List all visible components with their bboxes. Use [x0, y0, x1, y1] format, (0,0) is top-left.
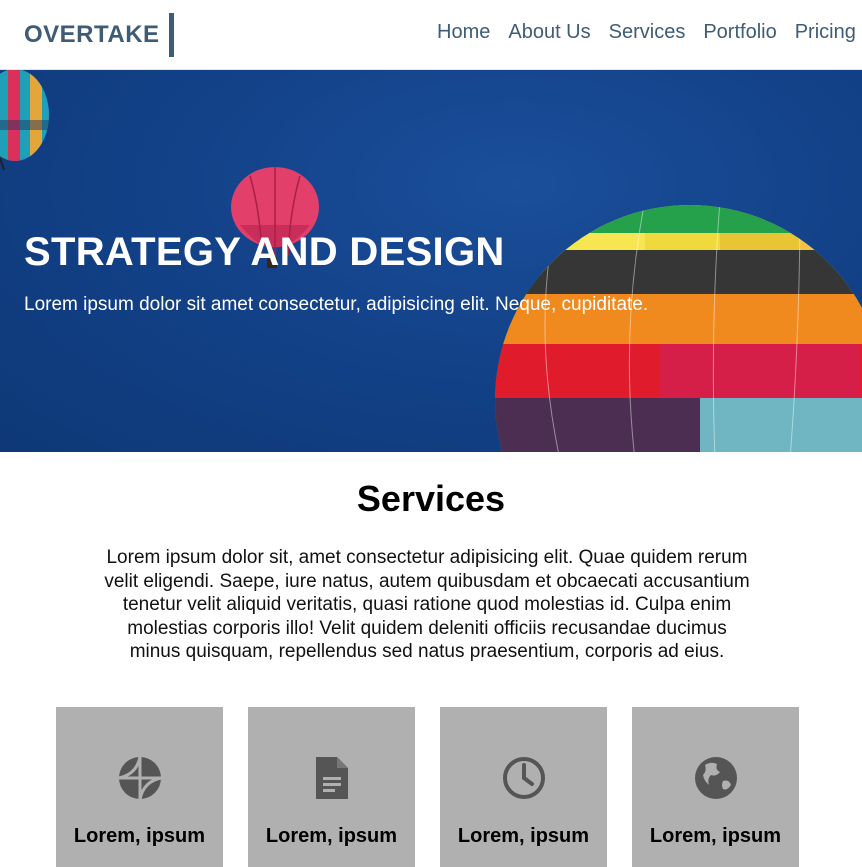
service-card-2[interactable]: Lorem, ipsum	[248, 707, 415, 867]
basketball-icon	[118, 756, 162, 800]
services-title: Services	[356, 478, 506, 519]
card-title: Lorem, ipsum	[457, 825, 590, 847]
card-title: Lorem, ipsum	[73, 825, 206, 847]
hero-banner: STRATEGY AND DESIGN Lorem ipsum dolor si…	[0, 70, 862, 452]
nav-link-pricing[interactable]: Pricing	[795, 20, 856, 44]
nav-link-home[interactable]: Home	[437, 20, 490, 44]
nav-link-about-us[interactable]: About Us	[508, 20, 590, 44]
logo[interactable]: OVERTAKE	[24, 13, 174, 57]
service-card-3[interactable]: Lorem, ipsum	[440, 707, 607, 867]
clock-icon	[503, 757, 545, 799]
card-title: Lorem, ipsum	[649, 825, 782, 847]
logo-divider	[168, 13, 174, 57]
services-description: Lorem ipsum dolor sit, amet consectetur …	[104, 547, 750, 663]
logo-text: OVERTAKE	[24, 21, 160, 48]
hero-title: STRATEGY AND DESIGN	[24, 230, 505, 274]
nav-link-portfolio[interactable]: Portfolio	[703, 20, 776, 44]
document-icon	[316, 757, 348, 799]
nav-link-services[interactable]: Services	[609, 20, 686, 44]
globe-icon	[695, 757, 737, 799]
nav-links: Home About Us Services Portfolio Pricing	[437, 20, 862, 44]
service-card-4[interactable]: Lorem, ipsum	[632, 707, 799, 867]
navbar: OVERTAKE Home About Us Services Portfoli…	[0, 0, 862, 70]
service-card-1[interactable]: Lorem, ipsum	[56, 707, 223, 867]
card-title: Lorem, ipsum	[265, 825, 398, 847]
hero-subtitle: Lorem ipsum dolor sit amet consectetur, …	[24, 294, 649, 315]
